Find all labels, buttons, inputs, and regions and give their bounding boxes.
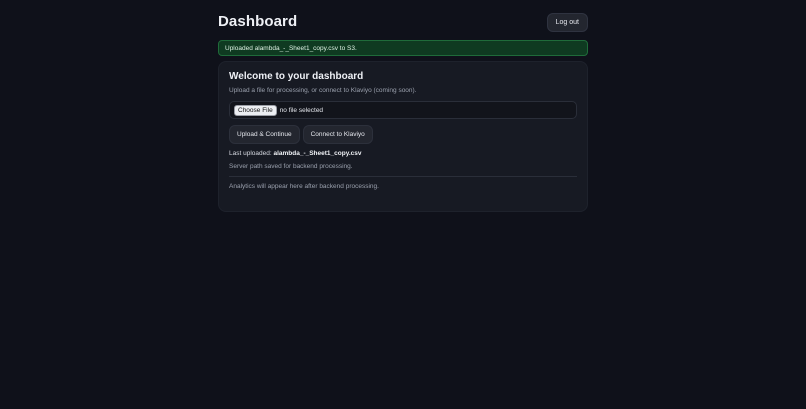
analytics-note: Analytics will appear here after backend… xyxy=(229,183,379,190)
card-title: Welcome to your dashboard xyxy=(229,71,364,82)
logout-button[interactable]: Log out xyxy=(546,12,588,32)
card-subtitle: Upload a file for processing, or connect… xyxy=(229,87,417,94)
page-title: Dashboard xyxy=(218,12,298,30)
dashboard-page: Dashboard Log out Uploaded alambda_-_She… xyxy=(218,0,588,212)
success-alert: Uploaded alambda_-_Sheet1_copy.csv to S3… xyxy=(218,40,588,56)
connect-klaviyo-button[interactable]: Connect to Klaviyo xyxy=(302,125,373,144)
upload-continue-button[interactable]: Upload & Continue xyxy=(229,125,300,144)
last-uploaded: Last uploaded: alambda_-_Sheet1_copy.csv xyxy=(229,150,577,157)
action-buttons: Upload & Continue Connect to Klaviyo xyxy=(229,125,577,144)
choose-file-button[interactable]: Choose File xyxy=(234,104,277,116)
header: Dashboard Log out xyxy=(218,10,588,32)
dashboard-card: Welcome to your dashboard Upload a file … xyxy=(218,61,588,212)
file-status: no file selected xyxy=(279,106,324,114)
divider xyxy=(229,176,577,177)
saved-note: Server path saved for backend processing… xyxy=(229,163,353,170)
last-uploaded-file: alambda_-_Sheet1_copy.csv xyxy=(273,150,362,157)
last-uploaded-label: Last uploaded: xyxy=(229,150,274,157)
file-input[interactable]: Choose File no file selected xyxy=(229,101,577,119)
alert-message: Uploaded alambda_-_Sheet1_copy.csv to S3… xyxy=(225,44,357,52)
